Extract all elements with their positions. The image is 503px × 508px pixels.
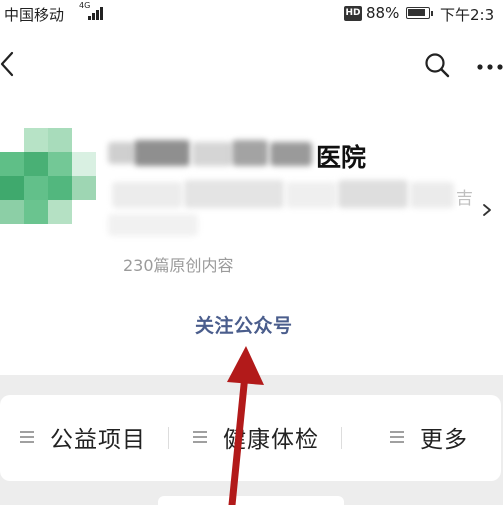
carrier-name: 中国移动 bbox=[4, 6, 65, 24]
menu-item-more[interactable]: 更多 bbox=[390, 414, 468, 460]
back-button[interactable] bbox=[0, 50, 20, 78]
menu-lines-icon bbox=[193, 431, 207, 443]
profile-detail-arrow[interactable] bbox=[482, 202, 492, 216]
account-name: 医院 bbox=[316, 143, 367, 172]
description-text: 吉 bbox=[456, 189, 473, 209]
signal-icon bbox=[88, 6, 106, 20]
clock-time: 下午2:3 bbox=[440, 6, 495, 24]
battery-icon bbox=[406, 7, 433, 19]
account-avatar[interactable] bbox=[0, 128, 96, 224]
search-icon bbox=[425, 53, 450, 78]
chevron-right-icon bbox=[483, 204, 491, 216]
hd-badge: HD bbox=[344, 6, 362, 21]
original-article-count: 230篇原创内容 bbox=[123, 256, 234, 275]
menu-item-label: 更多 bbox=[420, 427, 468, 453]
content-card-edge bbox=[158, 496, 344, 508]
menu-divider bbox=[341, 427, 342, 449]
menu-divider bbox=[168, 427, 169, 449]
more-horizontal-icon bbox=[477, 64, 503, 70]
follow-account-button[interactable]: 关注公众号 bbox=[195, 311, 293, 338]
more-button[interactable] bbox=[476, 58, 503, 70]
menu-lines-icon bbox=[390, 431, 404, 443]
menu-item-health-checkup[interactable]: 健康体检 bbox=[193, 414, 319, 460]
menu-item-label: 公益项目 bbox=[50, 427, 146, 453]
menu-item-public-welfare[interactable]: 公益项目 bbox=[20, 414, 146, 460]
menu-item-label: 健康体检 bbox=[223, 427, 319, 453]
status-bar: 中国移动 4G HD 88% 下午2:3 bbox=[0, 0, 503, 30]
search-button[interactable] bbox=[424, 52, 450, 78]
menu-lines-icon bbox=[20, 431, 34, 443]
battery-percent: 88% bbox=[366, 4, 400, 22]
chevron-left-icon bbox=[0, 51, 14, 77]
